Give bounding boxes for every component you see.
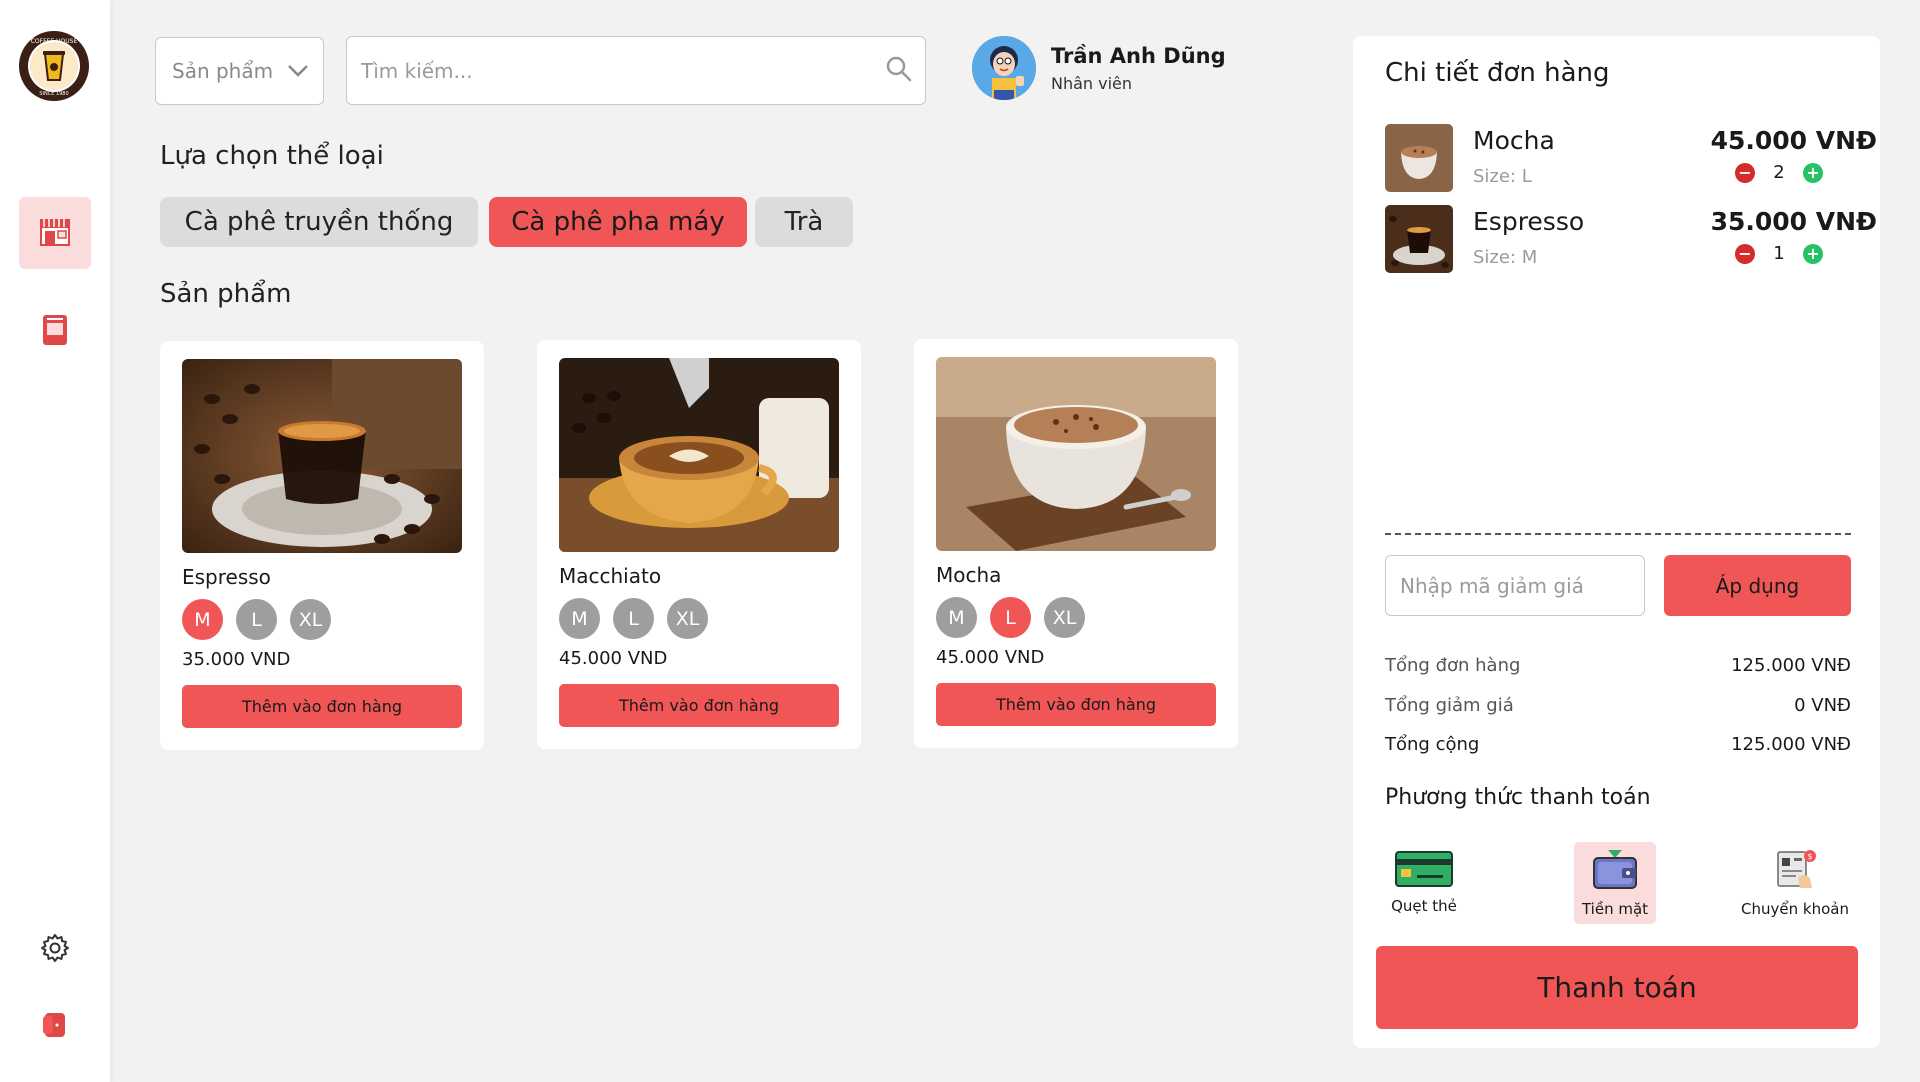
summary-discount: Tổng giảm giá 0 VNĐ (1385, 695, 1851, 716)
add-to-order-button[interactable]: Thêm vào đơn hàng (182, 685, 462, 728)
store-icon (38, 215, 72, 251)
size-l[interactable]: L (613, 598, 654, 639)
gear-icon (40, 933, 70, 967)
decrease-quantity-button[interactable]: − (1735, 243, 1755, 264)
avatar (972, 36, 1036, 100)
product-name: Espresso (182, 565, 271, 589)
size-m[interactable]: M (182, 599, 223, 640)
mocha-image (936, 357, 1216, 551)
order-item-size: Size: L (1473, 166, 1532, 187)
payment-cash[interactable]: Tiền mặt (1574, 842, 1656, 924)
summary-label: Tổng cộng (1385, 734, 1480, 755)
size-m[interactable]: M (936, 597, 977, 638)
sidebar-item-store[interactable] (19, 197, 91, 269)
sidebar-item-settings[interactable] (19, 914, 91, 986)
coupon-input[interactable] (1385, 555, 1645, 616)
size-xl[interactable]: XL (290, 599, 331, 640)
user-name: Trần Anh Dũng (1051, 43, 1226, 68)
order-item-name: Espresso (1473, 207, 1585, 236)
size-xl[interactable]: XL (667, 598, 708, 639)
product-price: 45.000 VND (559, 648, 668, 669)
payment-card[interactable]: Quẹt thẻ (1383, 842, 1465, 924)
product-name: Macchiato (559, 564, 662, 588)
increase-quantity-button[interactable]: + (1803, 162, 1823, 183)
category-tea[interactable]: Trà (755, 197, 853, 247)
quantity-stepper: − 2 + (1735, 162, 1823, 183)
payment-title: Phương thức thanh toán (1385, 785, 1651, 810)
sidebar: COFFEE HOUSE SINCE 1980 (0, 0, 110, 1082)
size-xl[interactable]: XL (1044, 597, 1085, 638)
payment-label: Chuyển khoản (1741, 900, 1849, 918)
decrease-quantity-button[interactable]: − (1735, 162, 1755, 183)
summary-value: 125.000 VNĐ (1731, 734, 1851, 755)
sidebar-item-orders[interactable] (19, 296, 91, 368)
size-m[interactable]: M (559, 598, 600, 639)
size-options: M L XL (559, 598, 708, 639)
quantity-stepper: − 1 + (1735, 243, 1823, 264)
size-options: M L XL (182, 599, 331, 640)
category-machine-coffee[interactable]: Cà phê pha máy (489, 197, 747, 247)
size-options: M L XL (936, 597, 1085, 638)
divider (1385, 533, 1851, 535)
add-to-order-button[interactable]: Thêm vào đơn hàng (559, 684, 839, 727)
quantity-value: 1 (1773, 243, 1785, 264)
card-icon (1395, 851, 1453, 891)
product-card-mocha: Mocha M L XL 45.000 VND Thêm vào đơn hàn… (914, 339, 1238, 748)
payment-transfer[interactable]: $ Chuyển khoản (1741, 842, 1849, 924)
order-panel: Chi tiết đơn hàng Mocha Size: L 45.000 V… (1353, 36, 1880, 1048)
order-item-image (1385, 205, 1453, 273)
order-item-price: 35.000 VNĐ (1710, 207, 1877, 236)
order-item-size: Size: M (1473, 247, 1538, 268)
order-item-name: Mocha (1473, 126, 1555, 155)
sidebar-item-logout[interactable] (19, 991, 91, 1063)
increase-quantity-button[interactable]: + (1803, 243, 1823, 264)
search-bar (346, 36, 926, 105)
product-card-espresso: Espresso M L XL 35.000 VND Thêm vào đơn … (160, 341, 484, 750)
logout-icon (41, 1010, 69, 1044)
summary-value: 125.000 VNĐ (1731, 655, 1851, 676)
order-item: Espresso Size: M 35.000 VNĐ − 1 + (1385, 205, 1877, 275)
payment-label: Tiền mặt (1581, 900, 1649, 918)
quantity-value: 2 (1773, 162, 1785, 183)
category-traditional-coffee[interactable]: Cà phê truyền thống (160, 197, 478, 247)
svg-text:$: $ (1807, 852, 1812, 861)
summary-subtotal: Tổng đơn hàng 125.000 VNĐ (1385, 655, 1851, 676)
summary-label: Tổng giảm giá (1385, 695, 1514, 716)
search-icon[interactable] (885, 55, 913, 87)
size-l[interactable]: L (236, 599, 277, 640)
order-item-image (1385, 124, 1453, 192)
summary-total: Tổng cộng 125.000 VNĐ (1385, 734, 1851, 755)
apply-coupon-button[interactable]: Áp dụng (1664, 555, 1851, 616)
order-item: Mocha Size: L 45.000 VNĐ − 2 + (1385, 124, 1877, 194)
svg-text:COFFEE HOUSE: COFFEE HOUSE (31, 38, 78, 45)
checkout-button[interactable]: Thanh toán (1376, 946, 1858, 1029)
products-title: Sản phẩm (160, 279, 292, 309)
chevron-down-icon (287, 59, 309, 83)
product-name: Mocha (936, 563, 1002, 587)
receipt-icon (41, 313, 69, 351)
user-role: Nhân viên (1051, 73, 1133, 93)
product-price: 45.000 VND (936, 647, 1045, 668)
summary-label: Tổng đơn hàng (1385, 655, 1521, 676)
payment-label: Quẹt thẻ (1391, 897, 1457, 915)
wallet-icon (1592, 848, 1638, 894)
order-title: Chi tiết đơn hàng (1385, 58, 1610, 88)
product-price: 35.000 VND (182, 649, 291, 670)
coffee-house-logo: COFFEE HOUSE SINCE 1980 (18, 30, 90, 102)
svg-text:SINCE 1980: SINCE 1980 (39, 91, 68, 97)
order-item-price: 45.000 VNĐ (1710, 126, 1877, 155)
user-profile[interactable]: Trần Anh Dũng Nhân viên (972, 36, 1226, 100)
categories-title: Lựa chọn thể loại (160, 141, 384, 171)
select-value: Sản phẩm (172, 59, 274, 83)
transfer-icon: $ (1772, 848, 1818, 894)
macchiato-image (559, 358, 839, 552)
size-l[interactable]: L (990, 597, 1031, 638)
product-card-macchiato: Macchiato M L XL 45.000 VND Thêm vào đơn… (537, 340, 861, 749)
summary-value: 0 VNĐ (1794, 695, 1851, 716)
search-input[interactable] (361, 58, 861, 83)
add-to-order-button[interactable]: Thêm vào đơn hàng (936, 683, 1216, 726)
espresso-image (182, 359, 462, 553)
product-type-select[interactable]: Sản phẩm (155, 37, 324, 105)
